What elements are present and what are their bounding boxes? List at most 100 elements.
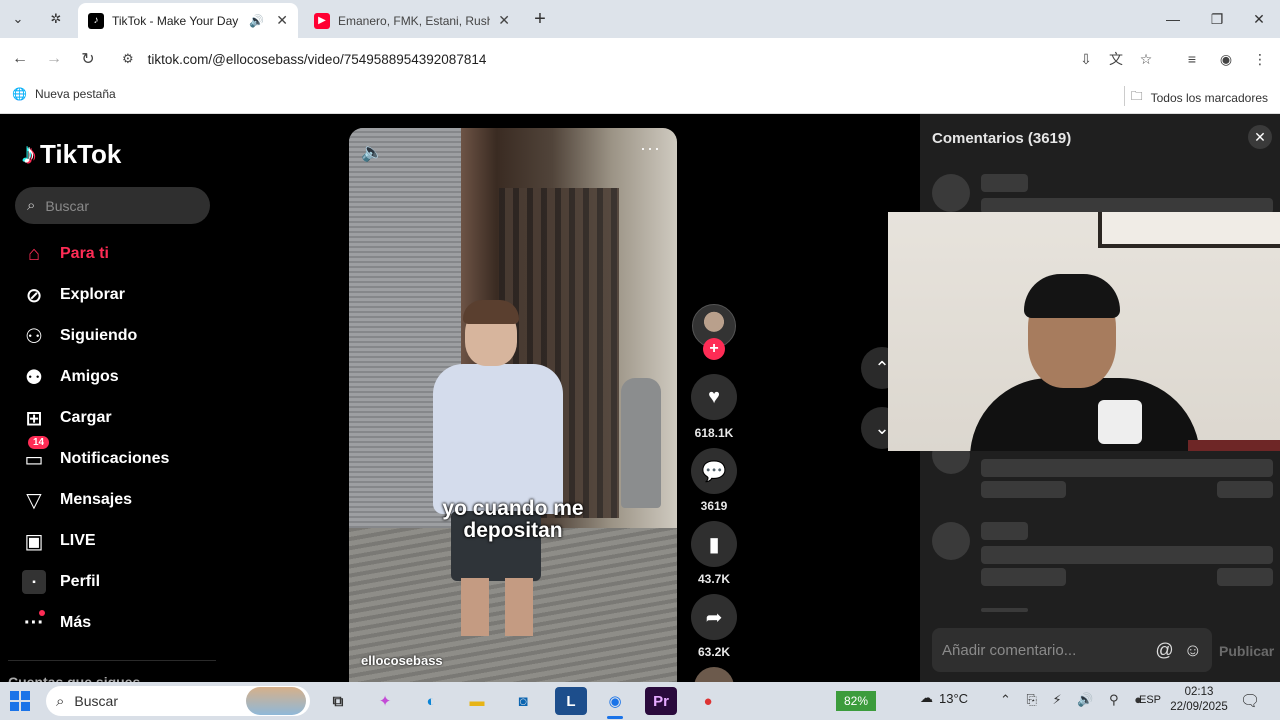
language-indicator[interactable]: ESP bbox=[1139, 694, 1161, 706]
premiere-pro-icon[interactable]: Pr bbox=[645, 687, 677, 715]
close-comments-button[interactable]: ✕ bbox=[1248, 125, 1272, 149]
comment-skeleton-avatar bbox=[932, 174, 970, 212]
task-view-icon[interactable]: ⧉ bbox=[322, 687, 354, 715]
active-app-indicator bbox=[607, 716, 623, 719]
url-text[interactable]: tiktok.com/@ellocosebass/video/754958895… bbox=[148, 52, 487, 67]
webcam-person-hair bbox=[1024, 274, 1120, 318]
publish-button[interactable]: Publicar bbox=[1219, 643, 1274, 659]
comment-placeholder: Añadir comentario... bbox=[942, 641, 1077, 659]
close-window-button[interactable]: ✕ bbox=[1237, 0, 1280, 38]
all-bookmarks-button[interactable]: 🗀 Todos los marcadores bbox=[1131, 87, 1268, 108]
logo-text: TikTok bbox=[40, 138, 122, 169]
comment-count: 3619 bbox=[700, 499, 728, 513]
app-l-icon[interactable]: L bbox=[555, 687, 587, 715]
tab-title: TikTok - Make Your Day bbox=[112, 13, 239, 28]
save-button[interactable]: ▮ bbox=[691, 521, 737, 567]
close-tab-icon[interactable]: ✕ bbox=[276, 12, 288, 29]
media-controls-icon[interactable]: ≡ bbox=[1180, 47, 1204, 71]
battery-indicator[interactable]: 82% bbox=[836, 691, 876, 711]
volume-icon[interactable]: 🔈 bbox=[361, 142, 383, 163]
share-button[interactable]: ➦ bbox=[691, 594, 737, 640]
windows-start-icon[interactable] bbox=[10, 691, 32, 711]
comment-button[interactable]: 💬 bbox=[691, 448, 737, 494]
clock[interactable]: 02:13 22/09/2025 bbox=[1164, 685, 1234, 715]
sidebar-item-label: Amigos bbox=[60, 368, 119, 385]
sidebar-item-perfil[interactable]: ▪ Perfil bbox=[22, 567, 212, 597]
friends-icon: ⚉ bbox=[25, 366, 43, 389]
taskbar-search[interactable]: ⌕ Buscar bbox=[46, 686, 310, 716]
sidebar-item-mas[interactable]: ··· Más bbox=[22, 608, 212, 638]
video-more-icon[interactable]: ··· bbox=[640, 138, 661, 159]
tiktok-logo[interactable]: ♪ TikTok bbox=[22, 138, 121, 170]
reload-button[interactable]: ↻ bbox=[76, 47, 100, 71]
bookmark-label: Todos los marcadores bbox=[1150, 90, 1268, 105]
sidebar-item-label: LIVE bbox=[60, 532, 96, 549]
video-author[interactable]: ellocosebass bbox=[361, 653, 443, 668]
outlook-icon[interactable]: ◙ bbox=[507, 687, 539, 715]
sidebar-item-amigos[interactable]: ⚉ Amigos bbox=[22, 362, 212, 392]
copilot-icon[interactable]: ✦ bbox=[369, 687, 401, 715]
notification-badge: 14 bbox=[28, 436, 50, 449]
pinned-tab-icon[interactable]: ✲ bbox=[44, 7, 68, 31]
emoji-icon[interactable]: ☺ bbox=[1184, 640, 1202, 661]
minimize-button[interactable]: — bbox=[1151, 0, 1195, 38]
close-icon: ✕ bbox=[1254, 128, 1266, 145]
notification-center-icon[interactable]: 🗨 bbox=[1240, 691, 1260, 711]
taskbar-search-label: Buscar bbox=[74, 693, 118, 709]
recording-app-icon[interactable]: ● bbox=[692, 687, 724, 715]
tab-search-icon[interactable]: ⌄ bbox=[6, 7, 30, 31]
install-app-icon[interactable]: ⇩ bbox=[1074, 47, 1098, 71]
restore-button[interactable]: ❐ bbox=[1195, 0, 1239, 38]
comment-skeleton-line bbox=[1217, 568, 1273, 586]
tab-youtube[interactable]: ▶ Emanero, FMK, Estani, Rusherking ✕ bbox=[304, 3, 520, 38]
bookmark-icon: ▮ bbox=[708, 533, 720, 556]
home-icon: ⌂ bbox=[27, 242, 41, 265]
close-tab-icon[interactable]: ✕ bbox=[498, 12, 510, 29]
system-tray-icons[interactable]: ⌃ ⎘ ⚡ 🔊 ⚲ ● bbox=[1000, 692, 1148, 708]
comment-skeleton-line bbox=[981, 481, 1066, 498]
forward-button[interactable]: → bbox=[42, 47, 66, 71]
sidebar-item-label: Mensajes bbox=[60, 491, 133, 508]
bookmark-new-tab[interactable]: 🌐 Nueva pestaña bbox=[12, 87, 116, 101]
comment-skeleton-line bbox=[981, 546, 1273, 564]
audio-playing-icon[interactable]: 🔊 bbox=[249, 14, 264, 28]
sidebar-item-live[interactable]: ▣ LIVE bbox=[22, 526, 212, 556]
comments-title: Comentarios (3619) bbox=[932, 130, 1072, 147]
weather-widget[interactable]: ☁ 13°C bbox=[920, 690, 968, 706]
folder-icon: 🗀 bbox=[1130, 89, 1143, 103]
sidebar-item-para-ti[interactable]: ⌂ Para ti bbox=[22, 239, 212, 269]
follow-plus-icon[interactable]: + bbox=[703, 338, 725, 360]
back-button[interactable]: ← bbox=[8, 47, 32, 71]
chrome-icon[interactable]: ◉ bbox=[599, 687, 631, 715]
sidebar-item-explorar[interactable]: ⊘ Explorar bbox=[22, 280, 212, 310]
mention-icon[interactable]: @ bbox=[1155, 640, 1173, 661]
share-count: 63.2K bbox=[697, 645, 731, 659]
bookmark-star-icon[interactable]: ☆ bbox=[1134, 47, 1158, 71]
comment-input[interactable]: Añadir comentario... @ ☺ bbox=[932, 628, 1212, 672]
file-explorer-icon[interactable]: ▬ bbox=[461, 687, 493, 715]
tab-tiktok[interactable]: ♪ TikTok - Make Your Day 🔊 ✕ bbox=[78, 3, 298, 38]
omnibox[interactable]: ⚙ tiktok.com/@ellocosebass/video/7549588… bbox=[112, 43, 1114, 75]
sidebar-item-cargar[interactable]: ⊞ Cargar bbox=[22, 403, 212, 433]
comment-skeleton-line bbox=[981, 459, 1273, 477]
sidebar-item-notificaciones[interactable]: ▭ 14 Notificaciones bbox=[22, 436, 212, 474]
browser-tab-strip: ⌄ ✲ ♪ TikTok - Make Your Day 🔊 ✕ ▶ Emane… bbox=[0, 0, 1280, 38]
profile-icon[interactable]: ◉ bbox=[1214, 47, 1238, 71]
edge-browser-icon[interactable]: ◐ bbox=[415, 687, 447, 715]
sidebar-item-mensajes[interactable]: ▽ Mensajes bbox=[22, 485, 212, 515]
save-count: 43.7K bbox=[697, 572, 731, 586]
sidebar-item-siguiendo[interactable]: ⚇ Siguiendo bbox=[22, 321, 212, 351]
sidebar-divider bbox=[8, 660, 216, 661]
webcam-person-collar bbox=[1098, 400, 1142, 444]
like-button[interactable]: ♥ bbox=[691, 374, 737, 420]
menu-kebab-icon[interactable]: ⋮ bbox=[1248, 47, 1272, 71]
sidebar-item-label: Siguiendo bbox=[60, 327, 138, 344]
video-scene-person bbox=[413, 300, 583, 636]
comment-icon: 💬 bbox=[701, 460, 727, 483]
site-info-icon[interactable]: ⚙ bbox=[122, 51, 134, 67]
translate-icon[interactable]: 文 bbox=[1104, 47, 1128, 71]
search-input[interactable]: ⌕ Buscar bbox=[15, 187, 210, 224]
video-player[interactable]: 🔈 ··· yo cuando me depositan ellocosebas… bbox=[349, 128, 677, 682]
new-tab-button[interactable]: + bbox=[528, 7, 552, 31]
comment-skeleton-line bbox=[981, 568, 1066, 586]
